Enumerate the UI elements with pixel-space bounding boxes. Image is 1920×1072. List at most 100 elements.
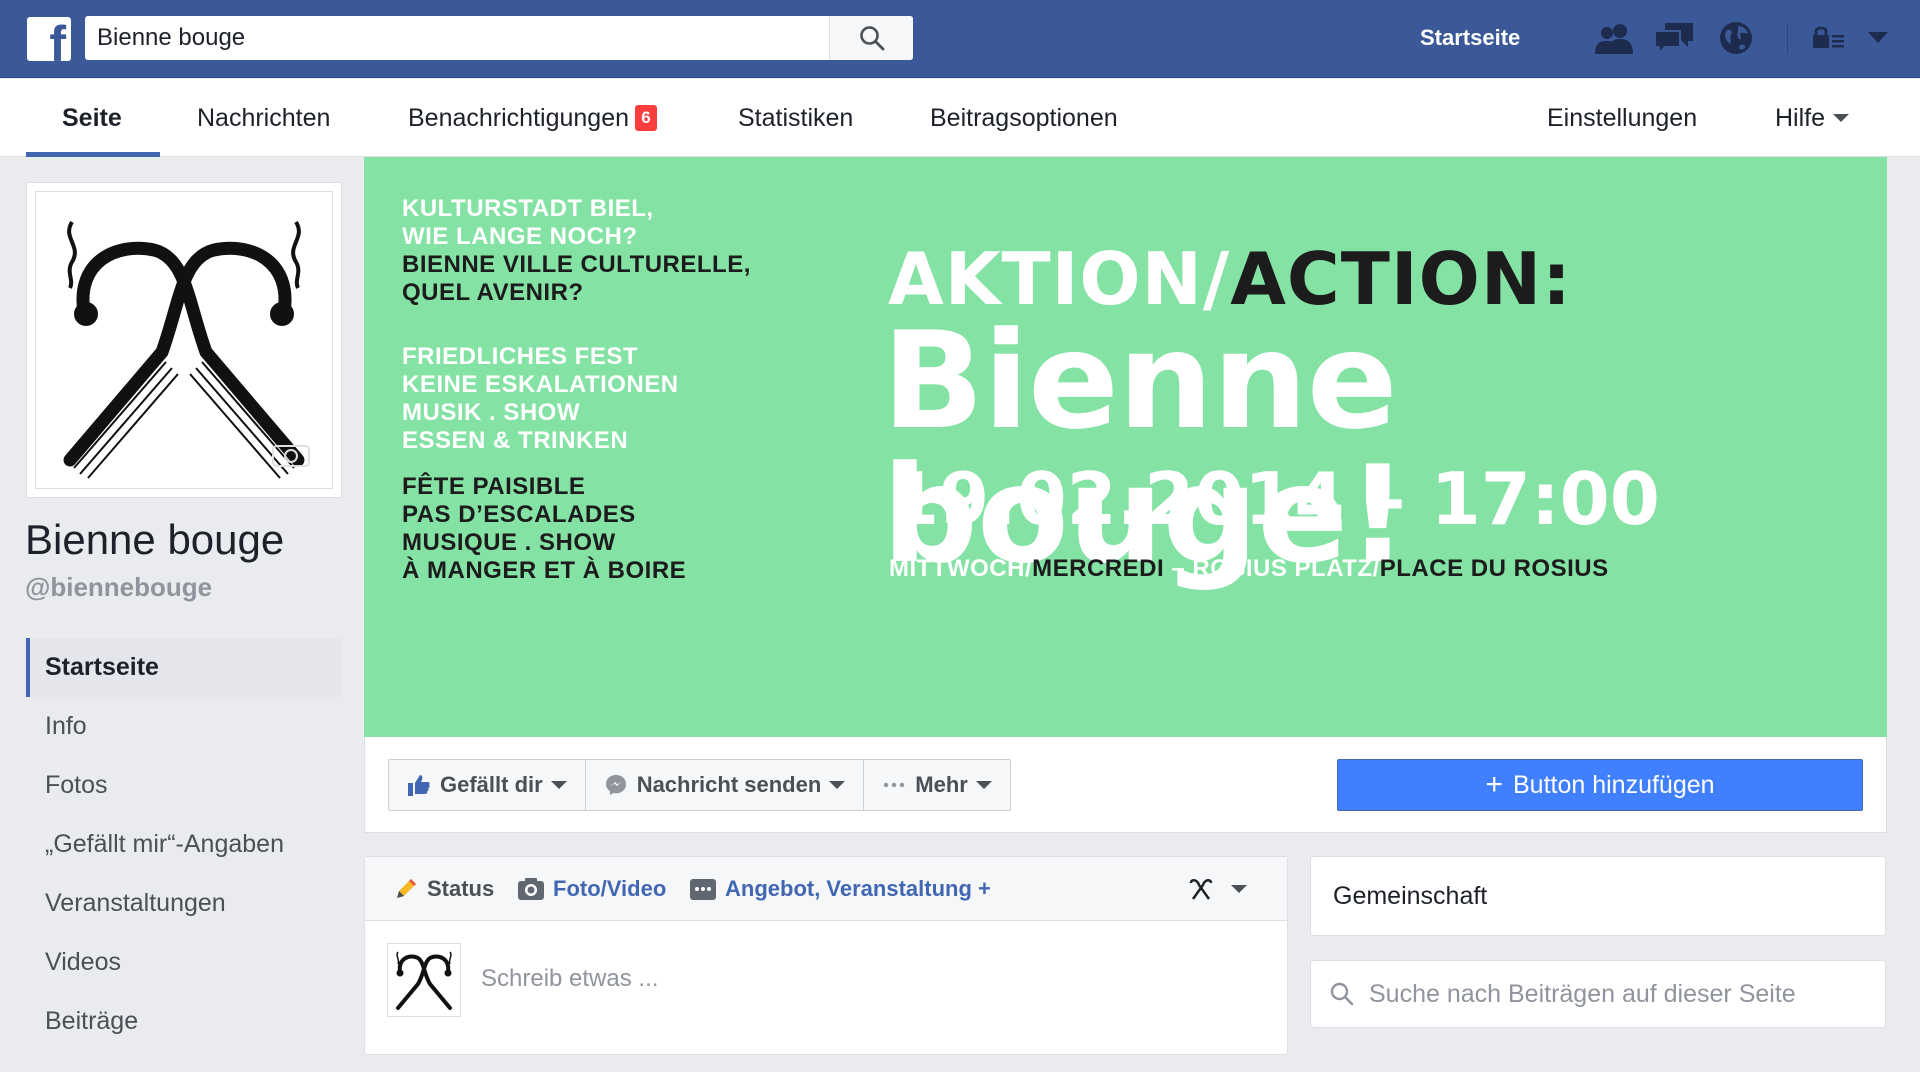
page-action-buttons: Gefällt dir Nachricht senden Mehr [388, 759, 1011, 811]
composer-tab-offer-event[interactable]: Angebot, Veranstaltung + [689, 857, 991, 921]
page-title: Bienne bouge [25, 516, 285, 563]
sidebar-item-posts[interactable]: Beiträge [26, 992, 342, 1051]
crossed-matches-icon [1189, 879, 1213, 900]
notifications-button[interactable] [1714, 18, 1758, 58]
tab-notifications-label: Benachrichtigungen [408, 103, 629, 132]
tab-page[interactable]: Seite [62, 79, 122, 157]
add-button-button[interactable]: + Button hinzufügen [1337, 759, 1863, 811]
more-dots-icon [884, 782, 905, 788]
more-button[interactable]: Mehr [864, 760, 1010, 810]
composer-tabs: Status Foto/Video Angebot, Veranstaltung… [365, 857, 1287, 921]
cover-weekday-de: MITTWOCH/ [889, 555, 1033, 582]
cover-headline: Bienne bouge! [882, 303, 1408, 593]
search-icon [1330, 982, 1354, 1006]
more-button-label: Mehr [915, 772, 968, 797]
chevron-down-icon [1833, 114, 1850, 122]
community-title: Gemeinschaft [1333, 881, 1488, 910]
account-caret-icon [1868, 32, 1888, 43]
cover-separator: – [1164, 555, 1193, 582]
cover-text-block-3: FÊTE PAISIBLE PAS D’ESCALADES MUSIQUE . … [402, 473, 686, 585]
send-message-button[interactable]: Nachricht senden [586, 760, 865, 810]
cover-line: ESSEN & TRINKEN [402, 427, 629, 454]
account-lock-icon [1813, 26, 1844, 48]
active-tab-indicator [26, 152, 160, 157]
top-navigation-bar: f Startseite [0, 0, 1920, 78]
tab-notifications[interactable]: Benachrichtigungen 6 [408, 79, 657, 157]
cover-line: WIE LANGE NOCH? [402, 223, 638, 250]
cover-place: MITTWOCH/MERCREDI – ROSIUS PLATZ/PLACE D… [889, 555, 1609, 583]
cover-weekday-fr: MERCREDI [1032, 555, 1165, 582]
cover-line: KULTURSTADT BIEL, [402, 195, 654, 222]
cover-line: À MANGER ET À BOIRE [402, 557, 687, 584]
like-button-label: Gefällt dir [440, 772, 543, 797]
page-sidebar-nav: Startseite Info Fotos „Gefällt mir“-Anga… [26, 638, 342, 1051]
sidebar-item-info[interactable]: Info [26, 697, 342, 756]
notifications-globe-icon [1720, 22, 1752, 54]
tab-publishing-tools[interactable]: Beitragsoptionen [930, 79, 1118, 157]
page-post-search [1310, 960, 1886, 1028]
page-post-search-input[interactable] [1369, 979, 1869, 1009]
topbar-divider [1787, 24, 1788, 54]
global-search [85, 16, 913, 60]
cover-text-block-2: FRIEDLICHES FEST KEINE ESKALATIONEN MUSI… [402, 343, 679, 455]
global-search-input[interactable] [85, 16, 828, 60]
page-username[interactable]: @biennebouge [25, 572, 212, 603]
composer-tab-photo-video[interactable]: Foto/Video [517, 857, 666, 921]
cover-line: FRIEDLICHES FEST [402, 343, 639, 370]
cover-line: QUEL AVENIR? [402, 279, 584, 306]
send-message-label: Nachricht senden [636, 772, 822, 797]
cover-line: PAS D’ESCALADES [402, 501, 636, 528]
chevron-down-icon [829, 781, 846, 789]
facebook-logo[interactable]: f [27, 17, 71, 61]
composer-input[interactable]: Schreib etwas ... [481, 965, 658, 993]
chevron-down-icon [975, 781, 992, 789]
cover-date: 19.02.2014 – 17:00 [889, 457, 1660, 541]
composer-tab-status[interactable]: Status [393, 857, 494, 921]
cover-line: KEINE ESKALATIONEN [402, 371, 679, 398]
cover-place-fr: PLACE DU ROSIUS [1379, 555, 1609, 582]
crossed-matches-logo [396, 951, 452, 1010]
offer-event-icon [690, 879, 716, 900]
sidebar-item-videos[interactable]: Videos [26, 933, 342, 992]
account-privacy-button[interactable] [1807, 18, 1851, 58]
friends-icon [1595, 24, 1633, 54]
post-as-selector[interactable] [1187, 857, 1247, 921]
messages-button[interactable] [1652, 18, 1696, 58]
like-button[interactable]: Gefällt dir [389, 760, 586, 810]
search-icon [859, 26, 884, 51]
messages-icon [1654, 23, 1693, 55]
cover-text-block-1: KULTURSTADT BIEL, WIE LANGE NOCH? BIENNE… [402, 195, 751, 307]
composer-tab-offer-label: Angebot, Veranstaltung + [725, 876, 991, 901]
search-button[interactable] [829, 16, 913, 60]
community-section-header[interactable]: Gemeinschaft [1310, 856, 1886, 936]
camera-icon[interactable] [270, 440, 314, 468]
friend-requests-button[interactable] [1592, 18, 1636, 58]
chevron-down-icon [550, 781, 567, 789]
chevron-down-icon [1231, 885, 1247, 893]
cover-line: FÊTE PAISIBLE [402, 473, 586, 500]
camera-icon [518, 878, 544, 900]
page-admin-nav: Seite Nachrichten Benachrichtigungen 6 S… [0, 79, 1920, 157]
cover-place-de: ROSIUS PLATZ/ [1192, 555, 1380, 582]
tab-insights[interactable]: Statistiken [738, 79, 853, 157]
messenger-icon [605, 775, 626, 795]
sidebar-item-home[interactable]: Startseite [26, 638, 342, 697]
sidebar-item-events[interactable]: Veranstaltungen [26, 874, 342, 933]
notification-count-badge: 6 [635, 105, 657, 131]
composer-tab-status-label: Status [427, 876, 495, 901]
tab-help[interactable]: Hilfe [1775, 79, 1850, 157]
sidebar-item-photos[interactable]: Fotos [26, 756, 342, 815]
tab-help-label: Hilfe [1775, 103, 1826, 132]
avatar [387, 943, 461, 1017]
cover-photo[interactable]: KULTURSTADT BIEL, WIE LANGE NOCH? BIENNE… [364, 157, 1887, 737]
cover-line: BIENNE VILLE CULTURELLE, [402, 251, 751, 278]
post-composer: Status Foto/Video Angebot, Veranstaltung… [364, 856, 1288, 1055]
sidebar-item-likes[interactable]: „Gefällt mir“-Angaben [26, 815, 342, 874]
pencil-icon [397, 879, 416, 898]
account-menu-button[interactable] [1856, 18, 1900, 58]
cover-line: MUSIK . SHOW [402, 399, 580, 426]
tab-messages[interactable]: Nachrichten [197, 79, 330, 157]
tab-settings[interactable]: Einstellungen [1547, 79, 1697, 157]
cover-line: MUSIQUE . SHOW [402, 529, 616, 556]
home-link[interactable]: Startseite [1420, 25, 1520, 51]
